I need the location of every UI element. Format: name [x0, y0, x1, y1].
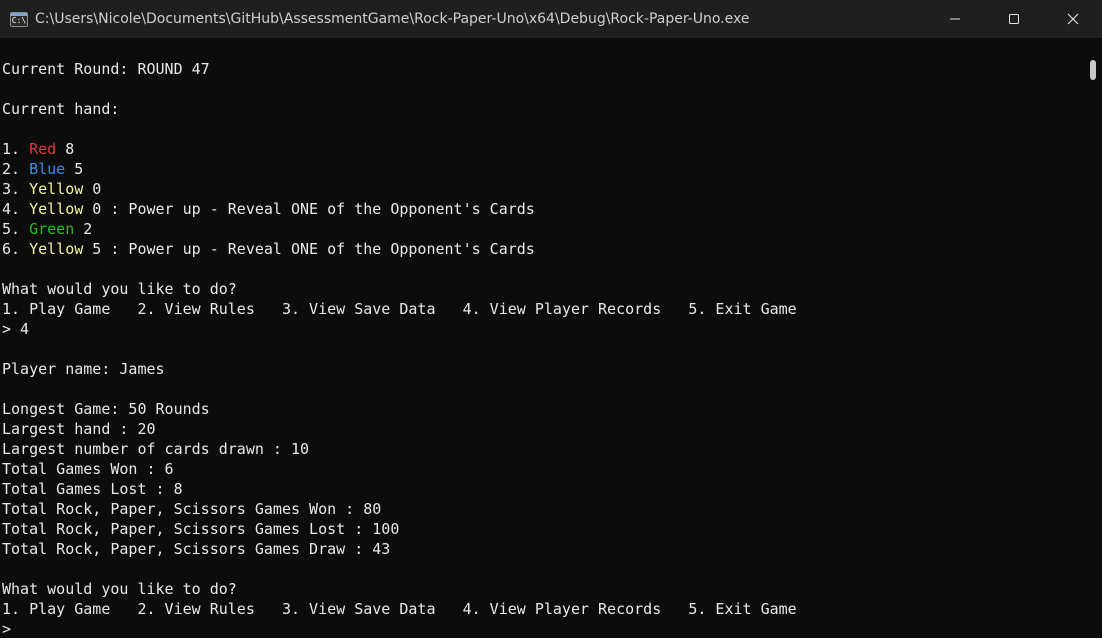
- hand-card: 2. Blue 5: [2, 159, 797, 179]
- card-color: Red: [29, 140, 57, 158]
- vertical-scrollbar[interactable]: [1085, 38, 1102, 638]
- prompt-question: What would you like to do?: [2, 280, 237, 298]
- maximize-icon: [1008, 14, 1019, 24]
- card-detail: 0 : Power up - Reveal ONE of the Opponen…: [83, 200, 535, 218]
- stat-line: Total Games Won : 6: [2, 460, 174, 478]
- console-output[interactable]: Current Round: ROUND 47 Current hand: 1.…: [0, 38, 1085, 638]
- card-detail: 8: [56, 140, 75, 158]
- scrollbar-thumb[interactable]: [1090, 60, 1096, 80]
- player-name: Player name: James: [2, 360, 165, 378]
- hand-card: 1. Red 8: [2, 139, 797, 159]
- card-detail: 0: [83, 180, 102, 198]
- hand-card: 4. Yellow 0 : Power up - Reveal ONE of t…: [2, 199, 797, 219]
- minimize-button[interactable]: [925, 0, 984, 38]
- card-detail: 2: [74, 220, 93, 238]
- card-number: 4.: [2, 200, 30, 218]
- user-input: > 4: [2, 320, 30, 338]
- window-controls: [925, 0, 1102, 38]
- title-bar[interactable]: C:\ C:\Users\Nicole\Documents\GitHub\Ass…: [0, 0, 1102, 38]
- card-number: 3.: [2, 180, 30, 198]
- stat-line: Total Rock, Paper, Scissors Games Lost :…: [2, 520, 400, 538]
- hand-card: 3. Yellow 0: [2, 179, 797, 199]
- stat-line: Longest Game: 50 Rounds: [2, 400, 210, 418]
- minimize-icon: [949, 18, 960, 20]
- menu-options: 1. Play Game 2. View Rules 3. View Save …: [2, 300, 797, 318]
- card-color: Blue: [29, 160, 66, 178]
- close-icon: [1067, 13, 1078, 25]
- current-round-line: Current Round: ROUND 47: [2, 60, 210, 78]
- input-prompt[interactable]: >: [2, 619, 797, 638]
- stat-line: Largest number of cards drawn : 10: [2, 440, 310, 458]
- stat-line: Total Rock, Paper, Scissors Games Draw :…: [2, 540, 391, 558]
- prompt-question: What would you like to do?: [2, 580, 237, 598]
- card-color: Yellow: [29, 240, 84, 258]
- stat-line: Total Games Lost : 8: [2, 480, 183, 498]
- menu-options: 1. Play Game 2. View Rules 3. View Save …: [2, 600, 797, 618]
- card-number: 1.: [2, 140, 30, 158]
- card-number: 5.: [2, 220, 30, 238]
- hand-card: 5. Green 2: [2, 219, 797, 239]
- stat-line: Largest hand : 20: [2, 420, 156, 438]
- maximize-button[interactable]: [984, 0, 1043, 38]
- hand-card: 6. Yellow 5 : Power up - Reveal ONE of t…: [2, 239, 797, 259]
- card-color: Yellow: [29, 200, 84, 218]
- console-lines: Current Round: ROUND 47 Current hand: 1.…: [2, 59, 797, 638]
- card-number: 6.: [2, 240, 30, 258]
- console-app-icon[interactable]: C:\: [10, 11, 28, 27]
- card-number: 2.: [2, 160, 30, 178]
- close-button[interactable]: [1043, 0, 1102, 38]
- current-hand-label: Current hand:: [2, 100, 120, 118]
- window-title: C:\Users\Nicole\Documents\GitHub\Assessm…: [35, 11, 750, 27]
- card-detail: 5: [65, 160, 84, 178]
- card-color: Yellow: [29, 180, 84, 198]
- card-detail: 5 : Power up - Reveal ONE of the Opponen…: [83, 240, 535, 258]
- stat-line: Total Rock, Paper, Scissors Games Won : …: [2, 500, 382, 518]
- console-window: C:\ C:\Users\Nicole\Documents\GitHub\Ass…: [0, 0, 1102, 638]
- card-color: Green: [29, 220, 75, 238]
